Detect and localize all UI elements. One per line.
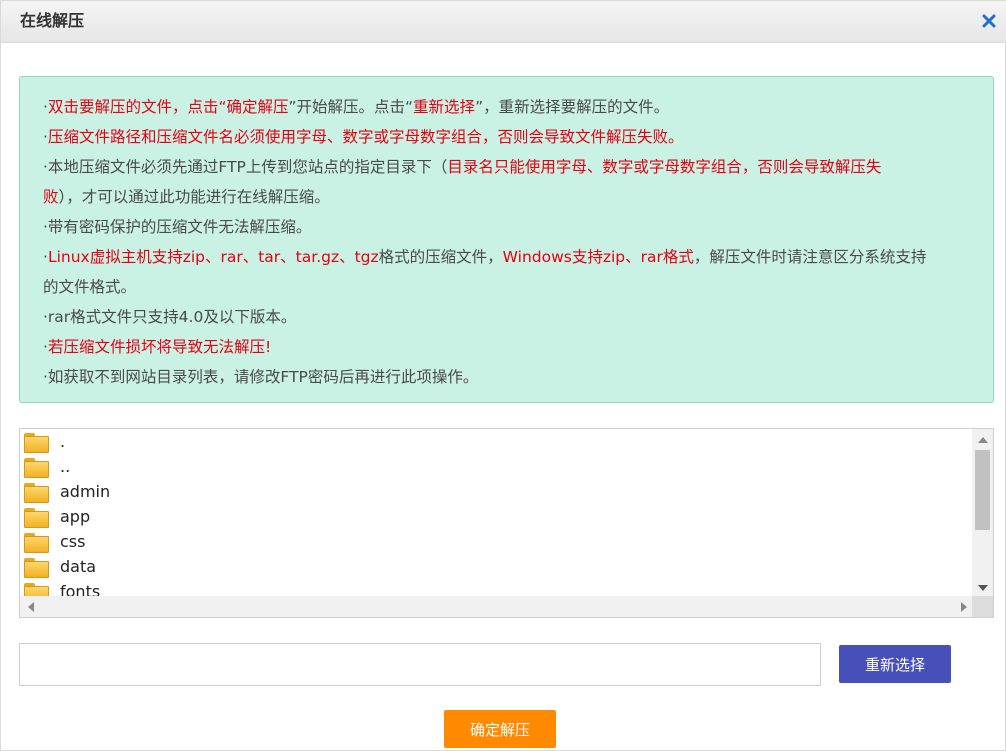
directory-item-label: data bbox=[60, 557, 97, 576]
notice-text: 重新选择 bbox=[413, 98, 476, 116]
notice-line: ·带有密码保护的压缩文件无法解压缩。 bbox=[43, 212, 975, 242]
notice-text: 败 bbox=[43, 188, 59, 206]
directory-item-label: css bbox=[60, 532, 86, 551]
notice-text: 若压缩文件损坏将导致无法解压! bbox=[47, 338, 272, 356]
folder-icon bbox=[23, 431, 50, 453]
scroll-up-arrow-icon[interactable] bbox=[978, 437, 988, 443]
dialog-title: 在线解压 bbox=[20, 11, 85, 30]
notice-text: 的文件格式。 bbox=[43, 278, 137, 296]
close-icon bbox=[982, 14, 996, 28]
directory-list-panel: ... admin app css data fonts bbox=[19, 428, 994, 618]
folder-icon bbox=[23, 556, 50, 578]
notice-text: ，解压文件时请注意区分系统支持 bbox=[693, 248, 927, 266]
notice-text: ），才可以通过此功能进行在线解压缩。 bbox=[58, 188, 330, 206]
close-button[interactable] bbox=[979, 11, 999, 31]
directory-item[interactable]: css bbox=[20, 529, 973, 554]
notice-text: 格式的压缩文件， bbox=[378, 248, 503, 266]
selected-file-input[interactable] bbox=[19, 643, 821, 686]
notice-text: 目录名只能使用字母、数字或字母数字组合，否则会导致解压失 bbox=[447, 158, 882, 176]
directory-item-label: fonts bbox=[60, 582, 101, 597]
notice-text: zip、rar、tar、tar.gz、tgz bbox=[182, 248, 379, 266]
notice-text: ·如获取不到网站目录列表，请修改FTP密码后再进行此项操作。 bbox=[43, 368, 479, 386]
notice-text: 压缩文件路径和压缩文件名必须使用字母、数字或字母数字组合，否则会导致文件解压失败… bbox=[47, 128, 684, 146]
notice-line: ·若压缩文件损坏将导致无法解压! bbox=[43, 332, 975, 362]
notice-box: ·双击要解压的文件，点击“确定解压”开始解压。点击“重新选择”，重新选择要解压的… bbox=[19, 76, 994, 403]
notice-line: ·如获取不到网站目录列表，请修改FTP密码后再进行此项操作。 bbox=[43, 362, 975, 392]
notice-line: ·本地压缩文件必须先通过FTP上传到您站点的指定目录下（目录名只能使用字母、数字… bbox=[43, 152, 975, 182]
directory-item[interactable]: data bbox=[20, 554, 973, 579]
notice-text: ”，重新选择要解压的文件。 bbox=[475, 98, 670, 116]
directory-list[interactable]: ... admin app css data fonts bbox=[20, 429, 973, 597]
directory-item-label: . bbox=[60, 432, 66, 451]
notice-line: 败），才可以通过此功能进行在线解压缩。 bbox=[43, 182, 975, 212]
vertical-scrollbar[interactable] bbox=[972, 429, 993, 597]
notice-text: Linux虚拟主机支持 bbox=[47, 248, 183, 266]
reselect-button[interactable]: 重新选择 bbox=[839, 645, 951, 683]
notice-text: ·rar格式文件只支持4.0及以下版本。 bbox=[43, 308, 297, 326]
notice-line: ·rar格式文件只支持4.0及以下版本。 bbox=[43, 302, 975, 332]
notice-text: Windows支持zip、rar格式 bbox=[502, 248, 694, 266]
scroll-left-arrow-icon[interactable] bbox=[28, 602, 34, 612]
folder-icon bbox=[23, 531, 50, 553]
directory-item-label: app bbox=[60, 507, 91, 526]
confirm-unzip-button[interactable]: 确定解压 bbox=[444, 710, 556, 748]
directory-item[interactable]: fonts bbox=[20, 579, 973, 597]
directory-item[interactable]: app bbox=[20, 504, 973, 529]
notice-text: ”开始解压。点击“ bbox=[288, 98, 414, 116]
notice-line: ·压缩文件路径和压缩文件名必须使用字母、数字或字母数字组合，否则会导致文件解压失… bbox=[43, 122, 975, 152]
notice-text: ·带有密码保护的压缩文件无法解压缩。 bbox=[43, 218, 312, 236]
notice-line: ·Linux虚拟主机支持zip、rar、tar、tar.gz、tgz格式的压缩文… bbox=[43, 242, 975, 272]
notice-text: 双击要解压的文件，点击“ bbox=[47, 98, 227, 116]
vertical-scroll-thumb[interactable] bbox=[975, 450, 990, 530]
notice-line: 的文件格式。 bbox=[43, 272, 975, 302]
folder-icon bbox=[23, 456, 50, 478]
directory-item[interactable]: .. bbox=[20, 454, 973, 479]
directory-item-label: admin bbox=[60, 482, 111, 501]
unzip-dialog: 在线解压 ·双击要解压的文件，点击“确定解压”开始解压。点击“重新选择”，重新选… bbox=[0, 0, 1006, 751]
horizontal-scrollbar[interactable] bbox=[20, 596, 973, 617]
dialog-titlebar: 在线解压 bbox=[1, 1, 1006, 43]
notice-text: ·本地压缩文件必须先通过FTP上传到您站点的指定目录下（ bbox=[43, 158, 448, 176]
notice-line: ·双击要解压的文件，点击“确定解压”开始解压。点击“重新选择”，重新选择要解压的… bbox=[43, 92, 975, 122]
folder-icon bbox=[23, 581, 50, 597]
folder-icon bbox=[23, 481, 50, 503]
folder-icon bbox=[23, 506, 50, 528]
scroll-right-arrow-icon[interactable] bbox=[961, 602, 967, 612]
directory-item[interactable]: . bbox=[20, 429, 973, 454]
scroll-down-arrow-icon[interactable] bbox=[978, 585, 988, 591]
notice-text: 确定解压 bbox=[226, 98, 289, 116]
directory-item-label: .. bbox=[60, 457, 71, 476]
scrollbar-corner bbox=[972, 596, 993, 617]
directory-item[interactable]: admin bbox=[20, 479, 973, 504]
